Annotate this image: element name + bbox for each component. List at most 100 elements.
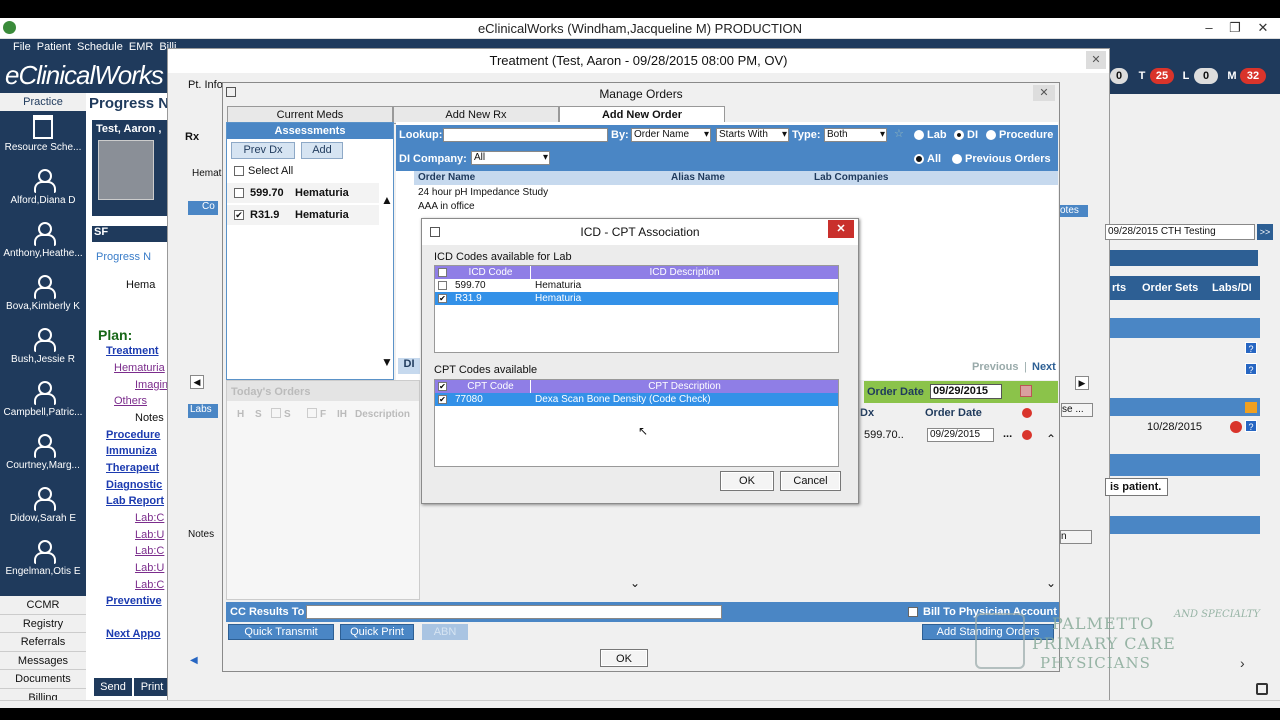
link-next-appointment[interactable]: Next Appo	[106, 628, 161, 640]
order-row[interactable]: 24 hour pH Impedance Study	[418, 187, 548, 198]
bill-to-physician-checkbox[interactable]	[908, 607, 918, 617]
help-icon[interactable]: ?	[1245, 420, 1257, 432]
maximize-button[interactable]: ❐	[1222, 19, 1248, 37]
row-more-button[interactable]: ...	[1003, 428, 1012, 440]
star-icon[interactable]: ☆	[894, 127, 904, 140]
link-lab[interactable]: Lab:U	[135, 562, 164, 574]
expand-right-button[interactable]: >>	[1257, 224, 1273, 240]
sidebar-item-resource-schedule[interactable]: Resource Sche...	[0, 115, 86, 153]
previous-orders-radio[interactable]	[952, 154, 962, 164]
chevron-right-icon[interactable]: ›	[1240, 655, 1245, 671]
add-dx-button[interactable]: Add	[301, 142, 343, 159]
col-order-name[interactable]: Order Name	[414, 171, 667, 185]
help-icon[interactable]: ?	[1245, 342, 1257, 354]
help-icon[interactable]: ?	[1245, 363, 1257, 375]
lab-radio[interactable]	[914, 130, 924, 140]
abn-button[interactable]: ABN	[422, 624, 468, 640]
nav-referrals[interactable]: Referrals	[0, 633, 86, 652]
sidebar-user[interactable]: Didow,Sarah E	[0, 486, 86, 524]
select-all-checkbox[interactable]	[234, 166, 244, 176]
quick-transmit-button[interactable]: Quick Transmit	[228, 624, 334, 640]
previous-link[interactable]: Previous	[972, 361, 1018, 373]
cc-results-input[interactable]	[306, 605, 722, 619]
sidebar-user[interactable]: Alford,Diana D	[0, 168, 86, 206]
sidebar-user[interactable]: Engelman,Otis E	[0, 539, 86, 577]
notes-tab-right[interactable]: otes	[1060, 205, 1088, 217]
encounter-date-select[interactable]: 09/28/2015 CTH Testing	[1105, 224, 1255, 240]
quick-print-button[interactable]: Quick Print	[340, 624, 414, 640]
match-select[interactable]: Starts With	[716, 128, 789, 142]
nav-registry[interactable]: Registry	[0, 615, 86, 633]
dx-checkbox[interactable]: ✔	[234, 210, 244, 220]
menu-schedule[interactable]: Schedule	[74, 39, 126, 55]
link-lab[interactable]: Lab:C	[135, 579, 164, 591]
col-alias-name[interactable]: Alias Name	[667, 171, 810, 185]
pt-info-tab[interactable]: Pt. Info	[188, 79, 223, 91]
badge-m-count[interactable]: 32	[1240, 68, 1266, 84]
link-lab[interactable]: Lab:C	[135, 512, 164, 524]
remove-icon[interactable]	[1022, 408, 1032, 418]
manage-ok-button[interactable]: OK	[600, 649, 648, 667]
tab-labs-di[interactable]: Labs/DI	[1212, 282, 1252, 294]
type-select[interactable]: Both	[824, 128, 887, 142]
link-diagnostic[interactable]: Diagnostic	[106, 479, 162, 491]
link-immunization[interactable]: Immuniza	[106, 445, 157, 457]
icd-row[interactable]: 599.70 Hematuria	[435, 279, 838, 292]
row-order-date[interactable]: 09/29/2015	[927, 428, 994, 442]
sidebar-user[interactable]: Campbell,Patric...	[0, 380, 86, 418]
badge-t-count[interactable]: 25	[1150, 68, 1174, 84]
order-row[interactable]: AAA in office	[418, 201, 475, 212]
icd-row-checkbox[interactable]	[438, 281, 447, 290]
menu-emr[interactable]: EMR	[126, 39, 156, 55]
scroll-right-icon[interactable]: ▶	[1075, 376, 1089, 390]
link-others[interactable]: Others	[114, 395, 147, 407]
link-lab[interactable]: Lab:U	[135, 529, 164, 541]
patient-button[interactable]: is patient.	[1105, 478, 1168, 496]
se-button[interactable]: se ...	[1061, 403, 1093, 417]
sidebar-user[interactable]: Bush,Jessie R	[0, 327, 86, 365]
all-radio[interactable]	[914, 154, 924, 164]
sidebar-user[interactable]: Bova,Kimberly K	[0, 274, 86, 312]
chevron-down-icon[interactable]: ⌄	[1046, 576, 1056, 590]
stop-icon[interactable]	[1230, 421, 1242, 433]
nav-ccmr[interactable]: CCMR	[0, 596, 86, 615]
calendar-icon[interactable]	[1020, 385, 1032, 397]
link-therapeutic[interactable]: Therapeut	[106, 462, 159, 474]
scroll-up-icon[interactable]: ▲	[381, 193, 393, 207]
badge-l-count[interactable]: 0	[1194, 68, 1218, 84]
link-procedure[interactable]: Procedure	[106, 429, 160, 441]
chevron-down-icon[interactable]: ⌄	[630, 576, 640, 590]
cpt-row[interactable]: ✔ 77080 Dexa Scan Bone Density (Code Che…	[435, 393, 838, 406]
tab-rts[interactable]: rts	[1112, 282, 1126, 294]
print-button[interactable]: Print	[134, 678, 170, 696]
link-lab-report[interactable]: Lab Report	[106, 495, 164, 507]
link-treatment[interactable]: Treatment	[106, 345, 159, 357]
remove-icon[interactable]	[1022, 430, 1032, 440]
menu-file[interactable]: File	[10, 39, 34, 55]
link-lab[interactable]: Lab:C	[135, 545, 164, 557]
nav-messages[interactable]: Messages	[0, 652, 86, 670]
sidebar-user[interactable]: Courtney,Marg...	[0, 433, 86, 471]
scroll-left-icon[interactable]: ◀	[190, 375, 204, 389]
col-lab-companies[interactable]: Lab Companies	[810, 171, 1058, 185]
link-imaging[interactable]: Imagin	[135, 379, 168, 391]
progress-link[interactable]: Progress N	[96, 251, 151, 263]
practice-header[interactable]: Practice	[0, 93, 86, 111]
next-link[interactable]: Next	[1032, 361, 1056, 373]
treatment-close-button[interactable]: ✕	[1086, 51, 1106, 69]
cpt-select-all-checkbox[interactable]: ✔	[438, 382, 447, 391]
icd-ok-button[interactable]: OK	[720, 471, 774, 491]
sidebar-user[interactable]: Anthony,Heathe...	[0, 221, 86, 259]
di-company-select[interactable]: All	[471, 151, 550, 165]
link-preventive[interactable]: Preventive	[106, 595, 162, 607]
scroll-down-icon[interactable]: ▼	[381, 355, 393, 369]
link-hematuria[interactable]: Hematuria	[114, 362, 165, 374]
chevron-left-icon[interactable]: ◀	[190, 655, 198, 666]
icd-row-checkbox[interactable]: ✔	[438, 294, 447, 303]
dx-row[interactable]: ✔ R31.9 Hematuria	[227, 205, 379, 225]
badge-zero[interactable]: 0	[1110, 68, 1128, 84]
cpt-row-checkbox[interactable]: ✔	[438, 395, 447, 404]
chevron-up-icon[interactable]: ⌃	[1046, 432, 1056, 446]
nav-documents[interactable]: Documents	[0, 670, 86, 689]
prev-dx-button[interactable]: Prev Dx	[231, 142, 295, 159]
